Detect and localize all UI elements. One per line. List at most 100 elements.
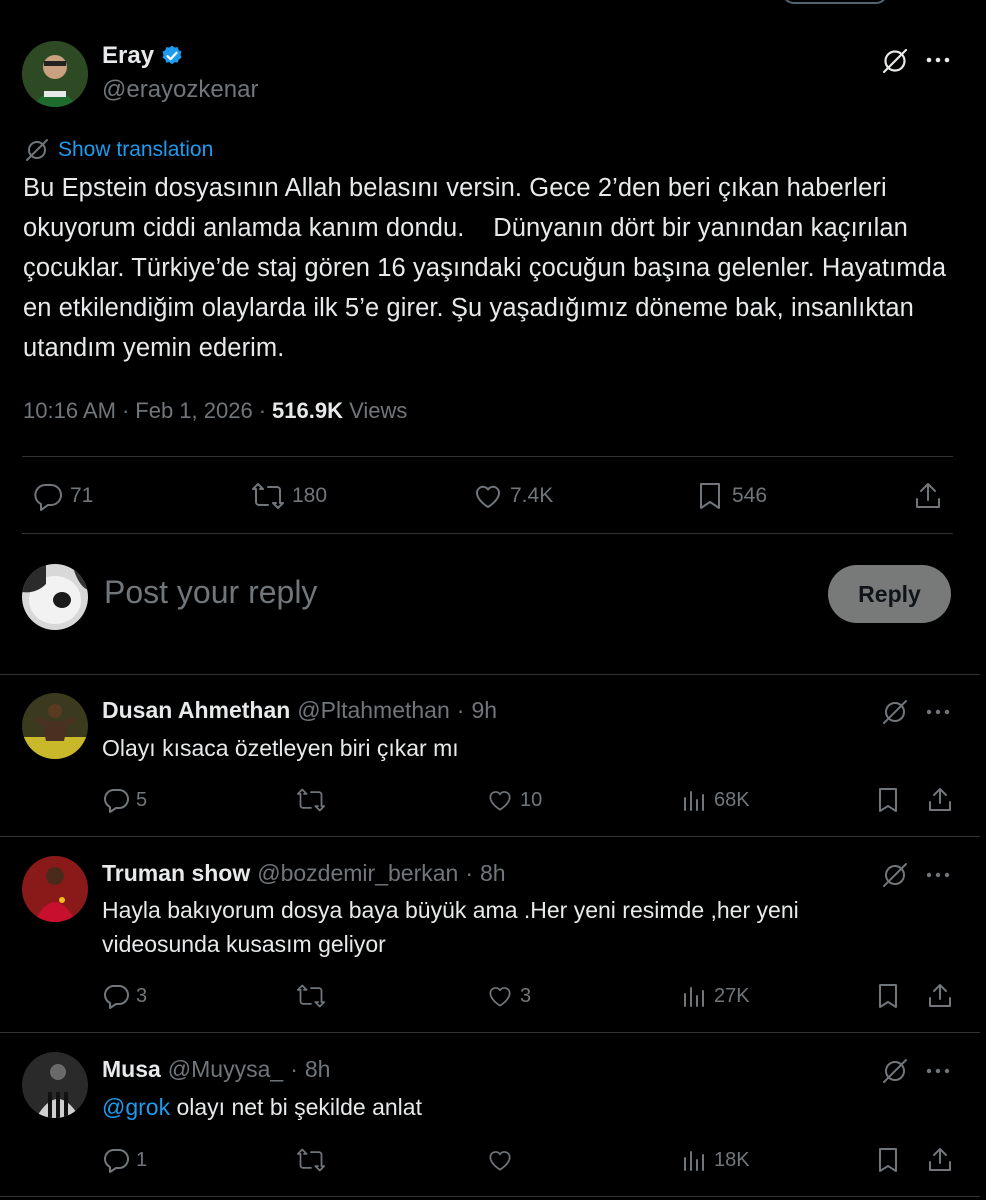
repost-icon <box>252 483 284 509</box>
bookmark-icon[interactable] <box>874 982 902 1010</box>
like-action[interactable]: 3 <box>486 982 531 1010</box>
reply-text-body: olayı net bi şekilde anlat <box>170 1094 422 1120</box>
divider <box>0 1196 980 1197</box>
reply-action[interactable]: 1 <box>102 1146 147 1174</box>
bookmark-count: 546 <box>732 484 768 507</box>
verified-badge-icon <box>162 45 182 65</box>
author-handle[interactable]: @erayozkenar <box>102 76 258 104</box>
like-action[interactable]: 7.4K <box>472 480 553 512</box>
author-avatar-image <box>22 41 88 107</box>
reply-icon <box>104 1149 129 1173</box>
bookmark-icon <box>700 483 720 509</box>
top-pill-button[interactable] <box>782 0 888 4</box>
reply-avatar[interactable] <box>22 856 88 922</box>
grok-mention-link[interactable]: @grok <box>102 1094 170 1120</box>
grok-icon[interactable] <box>880 1056 910 1086</box>
like-count: 10 <box>520 788 543 811</box>
repost-icon <box>297 1148 325 1172</box>
repost-icon <box>297 788 325 812</box>
bookmark-icon[interactable] <box>874 786 902 814</box>
more-options-icon[interactable] <box>924 1059 952 1083</box>
divider <box>22 533 953 534</box>
repost-action[interactable] <box>295 786 333 814</box>
views-count: 18K <box>714 1148 750 1171</box>
repost-action[interactable]: 180 <box>250 480 327 512</box>
reply-author-handle[interactable]: @Pltahmethan <box>297 697 450 724</box>
like-action[interactable]: 10 <box>486 786 542 814</box>
analytics-icon <box>684 987 704 1007</box>
share-icon[interactable] <box>912 480 944 512</box>
reply-icon <box>104 789 129 813</box>
views-action[interactable]: 18K <box>680 1146 750 1174</box>
divider <box>22 456 953 457</box>
reply-author-name[interactable]: Musa <box>102 1056 161 1083</box>
reply-icon <box>104 985 129 1009</box>
more-options-icon[interactable] <box>924 48 952 72</box>
reply-action[interactable]: 3 <box>102 982 147 1010</box>
reply-time[interactable]: 8h <box>480 860 506 887</box>
reply-action[interactable]: 5 <box>102 786 147 814</box>
author-name[interactable]: Eray <box>102 42 154 70</box>
grok-icon[interactable] <box>880 697 910 727</box>
views-count: 27K <box>714 984 750 1007</box>
show-translation-label: Show translation <box>58 138 214 161</box>
views-count: 68K <box>714 788 750 811</box>
share-icon[interactable] <box>926 982 954 1010</box>
reply-author-name[interactable]: Dusan Ahmethan <box>102 697 290 724</box>
reply-count: 1 <box>136 1148 148 1171</box>
reply-action[interactable]: 71 <box>32 480 93 512</box>
show-translation-link[interactable]: Show translation <box>24 137 213 163</box>
bookmark-action[interactable]: 546 <box>694 480 767 512</box>
divider <box>0 674 980 675</box>
reply-count: 71 <box>70 484 94 507</box>
reply-text: Olayı kısaca özetleyen biri çıkar mı <box>102 735 459 761</box>
grok-icon[interactable] <box>880 46 910 76</box>
reply-avatar[interactable] <box>22 1052 88 1118</box>
reply-input[interactable]: Post your reply <box>104 574 317 611</box>
analytics-icon <box>684 791 704 811</box>
meta-separator: · <box>121 398 130 423</box>
author-avatar[interactable] <box>22 41 88 107</box>
share-icon[interactable] <box>926 786 954 814</box>
divider <box>0 1032 980 1033</box>
bookmark-icon[interactable] <box>874 1146 902 1174</box>
translate-icon <box>26 139 48 161</box>
tweet-date[interactable]: Feb 1, 2026 <box>135 398 252 424</box>
more-options-icon[interactable] <box>924 863 952 887</box>
grok-icon[interactable] <box>880 860 910 890</box>
divider <box>0 836 980 837</box>
repost-icon <box>297 984 325 1008</box>
reply-icon <box>34 484 62 511</box>
more-options-icon[interactable] <box>924 700 952 724</box>
like-count: 3 <box>520 984 532 1007</box>
reply-text: Hayla bakıyorum dosya baya büyük ama .He… <box>102 897 799 957</box>
meta-separator: · <box>456 697 465 723</box>
heart-icon <box>489 1151 511 1171</box>
reply-author-handle[interactable]: @Muyysa_ <box>168 1056 283 1083</box>
tweet-time[interactable]: 10:16 AM <box>23 398 116 424</box>
heart-icon <box>489 987 511 1007</box>
heart-icon <box>475 485 501 508</box>
reply-count: 3 <box>136 984 148 1007</box>
tweet-text: Bu Epstein dosyasının Allah belasını ver… <box>23 174 954 362</box>
repost-action[interactable] <box>295 982 333 1010</box>
tweet-meta: 10:16 AM · Feb 1, 2026 · 516.9K Views <box>23 398 407 424</box>
meta-separator: · <box>258 398 267 423</box>
reply-count: 5 <box>136 788 148 811</box>
meta-separator: · <box>465 860 473 886</box>
reply-button[interactable]: Reply <box>828 565 951 623</box>
my-avatar[interactable] <box>22 564 88 630</box>
views-action[interactable]: 68K <box>680 786 750 814</box>
repost-count: 180 <box>292 484 328 507</box>
share-icon[interactable] <box>926 1146 954 1174</box>
like-action[interactable] <box>486 1146 520 1174</box>
reply-author-handle[interactable]: @bozdemir_berkan <box>257 860 458 887</box>
reply-author-name[interactable]: Truman show <box>102 860 250 887</box>
repost-action[interactable] <box>295 1146 333 1174</box>
reply-time[interactable]: 9h <box>471 697 497 724</box>
reply-avatar[interactable] <box>22 693 88 759</box>
views-action[interactable]: 27K <box>680 982 750 1010</box>
like-count: 7.4K <box>510 484 554 507</box>
reply-time[interactable]: 8h <box>305 1056 331 1083</box>
heart-icon <box>489 791 511 811</box>
